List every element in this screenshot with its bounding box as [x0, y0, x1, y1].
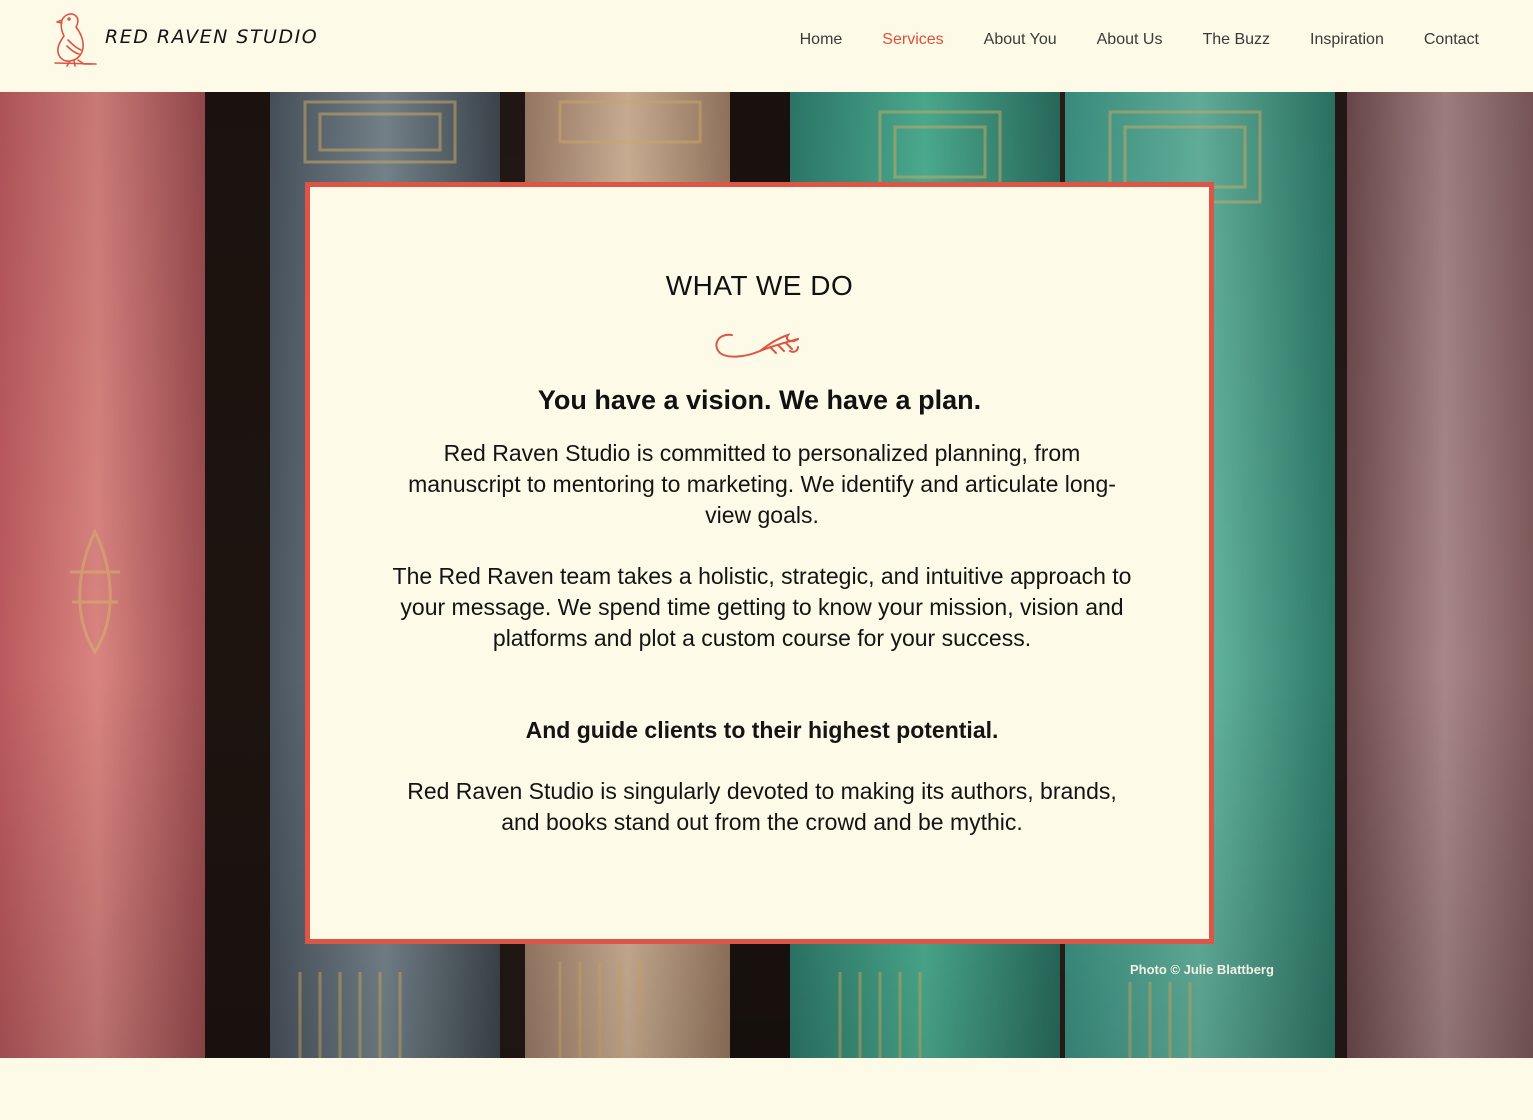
- nav-item-about-you[interactable]: About You: [984, 31, 1057, 49]
- paragraph-planning: Red Raven Studio is committed to persona…: [408, 440, 1116, 528]
- logo-wordmark: RED RAVEN STUDIO: [105, 26, 319, 48]
- section-heading: WHAT WE DO: [665, 270, 854, 301]
- main-nav: Home Services About You About Us The Buz…: [760, 31, 1479, 49]
- tagline: You have a vision. We have a plan.: [537, 385, 982, 415]
- nav-item-about-us[interactable]: About Us: [1097, 31, 1163, 49]
- paragraph-mythic: Red Raven Studio is singularly devoted t…: [407, 778, 1117, 835]
- raven-logo-icon: [54, 13, 97, 67]
- nav-item-contact[interactable]: Contact: [1424, 31, 1479, 49]
- nav-item-home[interactable]: Home: [800, 31, 843, 49]
- paragraph-guide-clients: And guide clients to their highest poten…: [525, 717, 999, 743]
- paragraph-approach: The Red Raven team takes a holistic, str…: [392, 563, 1132, 651]
- nav-item-the-buzz[interactable]: The Buzz: [1202, 31, 1270, 49]
- nav-item-inspiration[interactable]: Inspiration: [1310, 31, 1384, 49]
- site-logo[interactable]: RED RAVEN STUDIO: [50, 10, 317, 70]
- raven-wing-flourish-icon: [715, 333, 799, 358]
- photo-credit: Photo © Julie Blattberg: [1130, 962, 1274, 977]
- nav-item-services[interactable]: Services: [882, 31, 943, 49]
- what-we-do-card: WHAT WE DO You have a vision. We have a …: [305, 182, 1214, 944]
- site-header: RED RAVEN STUDIO Home Services About You…: [0, 0, 1533, 92]
